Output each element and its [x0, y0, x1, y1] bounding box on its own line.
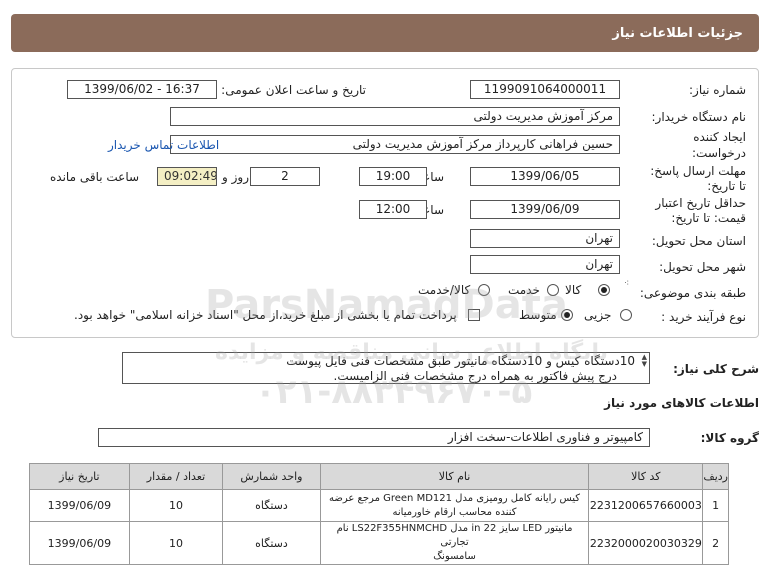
category-option-service: خدمت — [508, 283, 540, 297]
goods-name-line-2: سامسونگ — [433, 551, 476, 562]
goods-unit: دستگاه — [222, 521, 321, 565]
province-label: استان محل تحویل: — [651, 234, 746, 248]
goods-qty: 10 — [128, 489, 224, 522]
goods-name-line-1: مانیتور LED سایز 22 in مدل LS22F355HNMCH… — [336, 523, 573, 548]
validity-time-field: 12:00 — [359, 200, 427, 219]
process-option-medium: متوسط — [519, 308, 557, 322]
details-panel: شماره نیاز: 1199091064000011 تاریخ و ساع… — [11, 68, 759, 338]
province-field: تهران — [470, 229, 620, 248]
reply-deadline-label: مهلت ارسال پاسخ: — [650, 164, 746, 178]
description-line-2: درج پیش فاکتور به همراه درج مشخصات فنی ا… — [333, 369, 617, 383]
treasury-payment-note: پرداخت تمام یا بخشی از مبلغ خرید،از محل … — [74, 308, 457, 322]
goods-unit: دستگاه — [222, 489, 321, 522]
goods-name: مانیتور LED سایز 22 in مدل LS22F355HNMCH… — [319, 521, 590, 565]
announce-datetime-field: 1399/06/02 - 16:37 — [67, 80, 217, 99]
need-number-field: 1199091064000011 — [470, 80, 620, 99]
col-header-qty: تعداد / مقدار — [128, 463, 224, 490]
page-title: جزئیات اطلاعات نیاز — [612, 26, 743, 41]
col-header-unit: واحد شمارش — [222, 463, 321, 490]
goods-date: 1399/06/09 — [29, 521, 130, 565]
process-option-partial: جزیی — [584, 308, 612, 322]
table-row[interactable]: 1 2231200657660003 کیس رایانه کامل رومیز… — [29, 489, 729, 522]
announce-label: تاریخ و ساعت اعلان عمومی: — [221, 83, 366, 97]
table-row[interactable]: 2 2232000020030329 مانیتور LED سایز 22 i… — [29, 521, 729, 565]
goods-code: 2231200657660003 — [588, 489, 704, 522]
validity-label-2: قیمت: تا تاریخ: — [671, 211, 746, 225]
goods-group-label: گروه کالا: — [700, 431, 759, 445]
row-number: 1 — [702, 489, 729, 522]
goods-qty: 10 — [128, 521, 224, 565]
col-header-name: نام کالا — [319, 463, 590, 490]
description-label: شرح کلی نیاز: — [673, 362, 759, 376]
city-field: تهران — [470, 255, 620, 274]
creator-label-2: درخواست: — [692, 146, 746, 160]
info-icon: ⁖ — [624, 279, 630, 289]
creator-field: حسین فراهانی کارپرداز مرکز آموزش مدیریت … — [170, 135, 620, 154]
goods-group-field: کامپیوتر و فناوری اطلاعات-سخت افزار — [98, 428, 650, 447]
table-header-row: ردیف کد کالا نام کالا واحد شمارش تعداد /… — [29, 463, 729, 490]
reply-deadline-label-2: تا تاریخ: — [707, 179, 746, 193]
treasury-payment-checkbox[interactable] — [468, 309, 480, 321]
description-line-1: 10دستگاه کیس و 10دستگاه مانیتور طبق مشخص… — [286, 354, 635, 368]
validity-label: حداقل تاریخ اعتبار — [655, 196, 746, 210]
remaining-time-field: 09:02:49 — [157, 167, 217, 186]
col-header-date: تاریخ نیاز — [29, 463, 130, 490]
goods-name: کیس رایانه کامل رومیزی مدل Green MD121 م… — [319, 489, 590, 522]
goods-name-line-1: کیس رایانه کامل رومیزی مدل Green MD121 م… — [329, 492, 580, 504]
city-label: شهر محل تحویل: — [659, 260, 746, 274]
col-header-code: کد کالا — [588, 463, 704, 490]
buyer-field: مرکز آموزش مدیریت دولتی — [170, 107, 620, 126]
process-radio-medium[interactable] — [561, 309, 573, 321]
goods-name-line-2: کننده محاسب ارقام خاورمیانه — [392, 506, 517, 518]
creator-label: ایجاد کننده — [693, 130, 746, 144]
days-field: 2 — [250, 167, 320, 186]
category-option-goods: کالا — [565, 283, 582, 297]
textarea-scroll-icon[interactable]: ▲ ▼ — [642, 354, 647, 368]
page-header: جزئیات اطلاعات نیاز — [11, 14, 759, 52]
description-textarea[interactable]: 10دستگاه کیس و 10دستگاه مانیتور طبق مشخص… — [122, 352, 650, 384]
days-label: روز و — [222, 170, 249, 184]
reply-time-field: 19:00 — [359, 167, 427, 186]
buyer-contact-link[interactable]: اطلاعات تماس خریدار — [108, 138, 219, 152]
category-radio-goods[interactable] — [598, 284, 610, 296]
need-number-label: شماره نیاز: — [689, 83, 746, 97]
process-radio-partial[interactable] — [620, 309, 632, 321]
goods-section-title: اطلاعات کالاهای مورد نیاز — [604, 396, 759, 410]
validity-date-field: 1399/06/09 — [470, 200, 620, 219]
col-header-row: ردیف — [702, 463, 729, 490]
process-type-label: نوع فرآیند خرید : — [661, 310, 746, 324]
reply-date-field: 1399/06/05 — [470, 167, 620, 186]
remaining-label: ساعت باقی مانده — [50, 170, 140, 184]
goods-table: ردیف کد کالا نام کالا واحد شمارش تعداد /… — [29, 463, 729, 565]
goods-code: 2232000020030329 — [588, 521, 704, 565]
category-option-goods-service: کالا/خدمت — [418, 283, 471, 297]
category-radio-goods-service[interactable] — [478, 284, 490, 296]
row-number: 2 — [702, 521, 729, 565]
buyer-label: نام دستگاه خریدار: — [651, 110, 747, 124]
goods-date: 1399/06/09 — [29, 489, 130, 522]
category-radio-service[interactable] — [547, 284, 559, 296]
category-label: طبقه بندی موضوعی: — [639, 286, 746, 300]
